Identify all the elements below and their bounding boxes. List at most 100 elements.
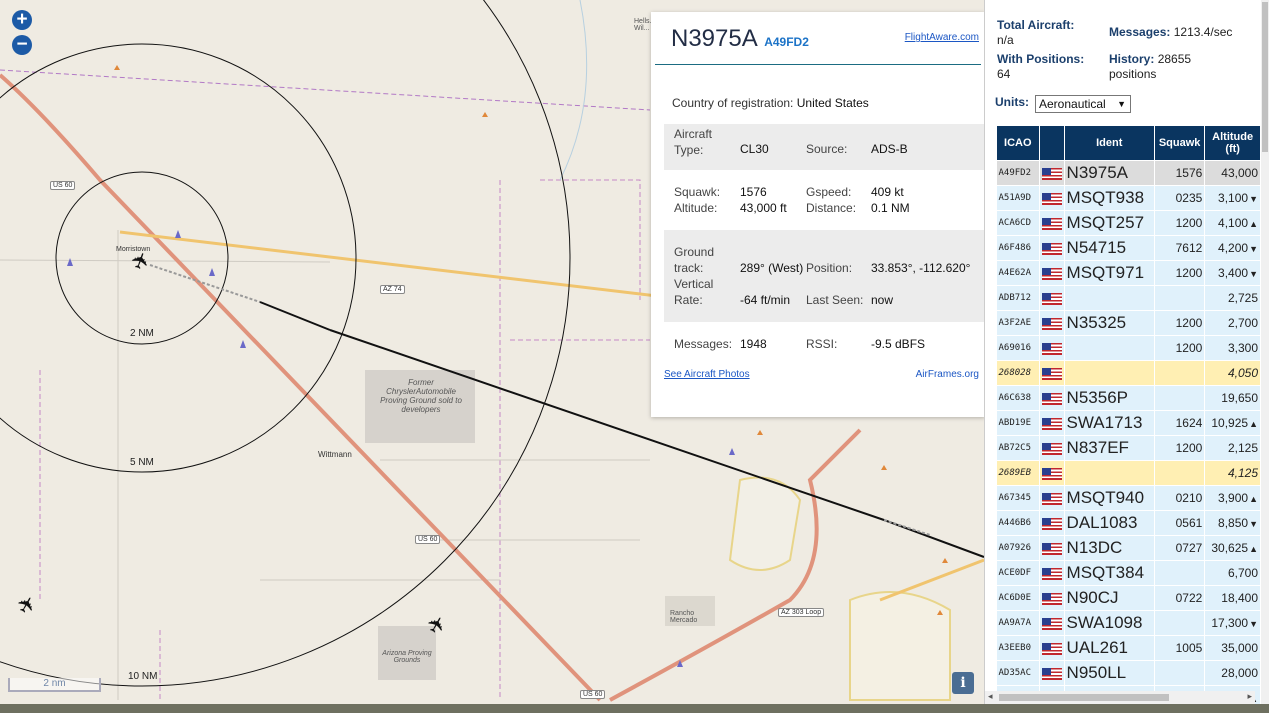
cell-flag xyxy=(1039,435,1065,461)
table-row[interactable]: ADB712 2,725 xyxy=(996,285,1261,311)
cell-flag xyxy=(1039,210,1065,236)
cell-icao: AC6D0E xyxy=(996,585,1040,611)
residential-area-2 xyxy=(849,591,951,701)
airframes-link[interactable]: AirFrames.org xyxy=(916,369,979,380)
table-row[interactable]: 2689EB 4,125 xyxy=(996,460,1261,486)
map-view[interactable]: + − 2 NM 5 NM 10 NM Morristown Wittmann … xyxy=(0,0,984,704)
table-row[interactable]: A4E62A MSQT971 1200 3,400▼ xyxy=(996,260,1261,286)
cell-altitude: 4,125 xyxy=(1204,460,1261,486)
climbing-icon: ▲ xyxy=(1249,544,1258,554)
zoom-out-button[interactable]: − xyxy=(12,35,32,55)
flightaware-link[interactable]: FlightAware.com xyxy=(905,32,979,43)
cell-flag xyxy=(1039,610,1065,636)
table-row[interactable]: AA9A7A SWA1098 17,300▼ xyxy=(996,610,1261,636)
table-row[interactable]: A6F486 N54715 7612 4,200▼ xyxy=(996,235,1261,261)
rssi-label: RSSI: xyxy=(806,337,838,351)
residential-area xyxy=(728,476,802,571)
country-value: United States xyxy=(796,96,869,110)
table-row[interactable]: ACE0DF MSQT384 6,700 xyxy=(996,560,1261,586)
aircraft-table-body: A49FD2 N3975A 1576 43,000 A51A9D MSQT938 0235 3… xyxy=(996,160,1261,704)
table-row[interactable]: A446B6 DAL1083 0561 8,850▼ xyxy=(996,510,1261,536)
col-icao[interactable]: ICAO xyxy=(996,125,1040,161)
scrollbar-thumb[interactable] xyxy=(999,694,1169,701)
cell-squawk xyxy=(1154,460,1206,486)
table-row[interactable]: ABD19E SWA1713 1624 10,925▲ xyxy=(996,410,1261,436)
altitude-value: 2,700 xyxy=(1227,316,1258,330)
table-row[interactable]: A49FD2 N3975A 1576 43,000 xyxy=(996,160,1261,186)
cell-ident: N90CJ xyxy=(1064,585,1155,611)
table-row[interactable]: 268028 4,050 xyxy=(996,360,1261,386)
vertical-scrollbar-thumb[interactable] xyxy=(1262,2,1268,152)
altitude-value: 28,000 xyxy=(1221,666,1258,680)
altitude-value: 4,125 xyxy=(1227,466,1258,480)
climbing-icon: ▲ xyxy=(1249,494,1258,504)
place-rancho-mercado: Rancho Mercado xyxy=(670,610,698,624)
range-ring-10nm xyxy=(0,0,571,687)
table-row[interactable]: A3EEB0 UAL261 1005 35,000 xyxy=(996,635,1261,661)
cell-altitude: 2,725 xyxy=(1204,285,1261,311)
altitude-label: Altitude: xyxy=(674,201,718,215)
az-303-loop xyxy=(609,428,862,702)
table-row[interactable]: AB72C5 N837EF 1200 2,125 xyxy=(996,435,1261,461)
table-row[interactable]: A6C638 N5356P 19,650 xyxy=(996,385,1261,411)
col-altitude[interactable]: Altitude (ft) xyxy=(1204,125,1261,161)
scroll-left-icon[interactable]: ◂ xyxy=(988,691,993,702)
aircraft-photos-link[interactable]: See Aircraft Photos xyxy=(664,369,750,380)
cell-ident: N54715 xyxy=(1064,235,1155,261)
us-flag-icon xyxy=(1041,542,1062,555)
descending-icon: ▼ xyxy=(1249,619,1258,629)
units-select[interactable]: Aeronautical ▼ xyxy=(1035,95,1131,113)
cell-flag xyxy=(1039,335,1065,361)
table-row[interactable]: AD35AC N950LL 28,000 xyxy=(996,660,1261,686)
table-row[interactable]: AC6D0E N90CJ 0722 18,400 xyxy=(996,585,1261,611)
col-squawk[interactable]: Squawk xyxy=(1153,125,1206,161)
table-row[interactable]: A07926 N13DC 0727 30,625▲ xyxy=(996,535,1261,561)
table-row[interactable]: A67345 MSQT940 0210 3,900▲ xyxy=(996,485,1261,511)
map-info-button[interactable]: i xyxy=(952,672,974,694)
us-flag-icon xyxy=(1041,342,1062,355)
gspeed-value: 409 kt xyxy=(871,185,904,199)
zoom-in-button[interactable]: + xyxy=(12,10,32,30)
cell-ident: MSQT384 xyxy=(1064,560,1155,586)
table-row[interactable]: A69016 1200 3,300 xyxy=(996,335,1261,361)
road-shield-az74: AZ 74 xyxy=(380,285,405,294)
cell-flag xyxy=(1039,185,1065,211)
aircraft-type-label: Aircraft Type: xyxy=(674,127,713,157)
popup-block-type: Aircraft Type: CL30 Source: ADS-B xyxy=(664,124,984,170)
cell-altitude: 4,200▼ xyxy=(1204,235,1261,261)
descending-icon: ▼ xyxy=(1249,194,1258,204)
us-flag-icon xyxy=(1041,617,1062,630)
wash xyxy=(559,0,588,181)
cell-squawk: 0722 xyxy=(1154,585,1206,611)
total-aircraft-label: Total Aircraft: xyxy=(997,18,1075,32)
table-row[interactable]: A3F2AE N35325 1200 2,700 xyxy=(996,310,1261,336)
aircraft-type-value: CL30 xyxy=(740,142,769,156)
table-row[interactable]: A51A9D MSQT938 0235 3,100▼ xyxy=(996,185,1261,211)
table-row[interactable]: ACA6CD MSQT257 1200 4,100▲ xyxy=(996,210,1261,236)
vertical-scrollbar[interactable] xyxy=(1261,0,1269,704)
with-positions-value: 64 xyxy=(997,67,1011,81)
cell-icao: A446B6 xyxy=(996,510,1040,536)
cell-ident xyxy=(1064,335,1155,361)
us-flag-icon xyxy=(1041,217,1062,230)
descending-icon: ▼ xyxy=(1249,244,1258,254)
rssi-value: -9.5 dBFS xyxy=(871,337,926,351)
col-ident[interactable]: Ident xyxy=(1063,125,1155,161)
col-flag[interactable] xyxy=(1038,125,1065,161)
cell-ident xyxy=(1064,460,1155,486)
cell-icao: A3EEB0 xyxy=(996,635,1040,661)
cell-flag xyxy=(1039,260,1065,286)
stat-with-positions: With Positions: 64 xyxy=(997,52,1107,82)
cell-ident: MSQT940 xyxy=(1064,485,1155,511)
position-value: 33.853°, -112.620° xyxy=(871,261,971,275)
aircraft-table: ICAO Ident Squawk Altitude (ft) A49FD2 N3… xyxy=(996,125,1261,704)
cell-ident: MSQT938 xyxy=(1064,185,1155,211)
ring-label-2nm: 2 NM xyxy=(130,328,154,339)
position-label: Position: xyxy=(806,261,853,275)
altitude-value: 43,000 ft xyxy=(740,201,787,215)
horizontal-scrollbar[interactable]: ◂ ▸ xyxy=(985,691,1255,704)
scroll-right-icon[interactable]: ▸ xyxy=(1247,691,1252,702)
popup-block-signal: Messages: 1948 RSSI: -9.5 dBFS xyxy=(664,334,984,354)
cell-squawk xyxy=(1154,660,1206,686)
cell-ident: N837EF xyxy=(1064,435,1155,461)
